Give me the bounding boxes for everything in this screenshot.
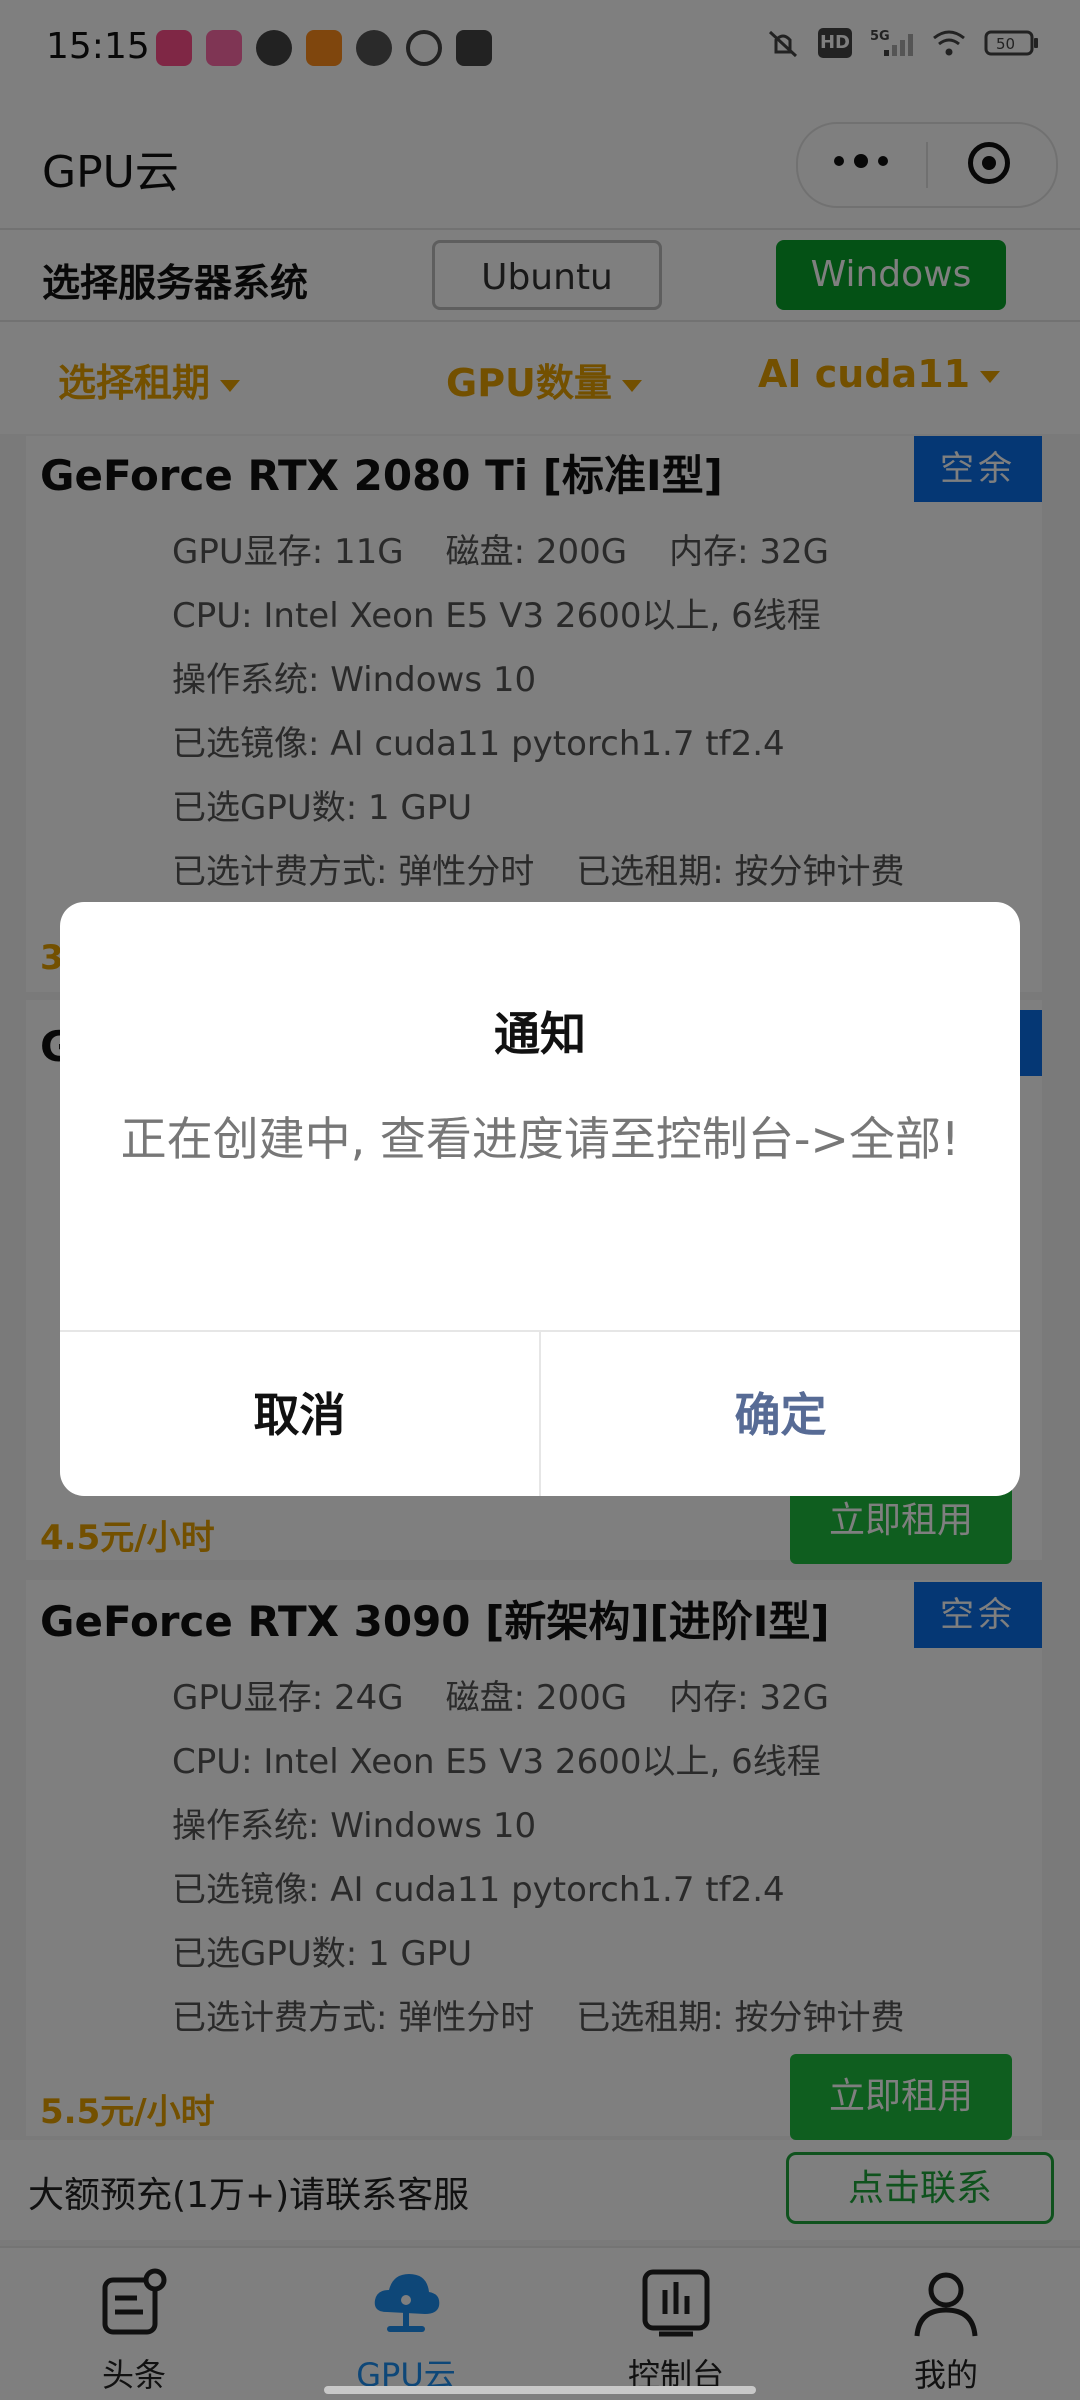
dialog-footer: 取消 确定 [60,1330,1020,1496]
dialog-title: 通知 [494,1007,586,1061]
notification-dialog: 通知 正在创建中, 查看进度请至控制台->全部! 取消 确定 [60,902,1020,1496]
confirm-button[interactable]: 确定 [541,1332,1020,1496]
cancel-button[interactable]: 取消 [60,1332,541,1496]
home-indicator[interactable] [324,2386,756,2394]
dialog-message: 正在创建中, 查看进度请至控制台->全部! [120,1112,960,1166]
